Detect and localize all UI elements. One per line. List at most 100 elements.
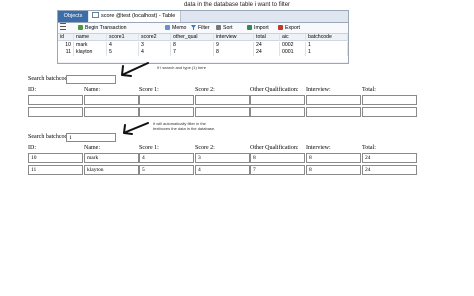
name-field[interactable]: [84, 95, 139, 105]
other-qualification-field[interactable]: [250, 95, 305, 105]
interview-field[interactable]: 8: [306, 165, 361, 175]
memo-button[interactable]: Memo: [165, 23, 186, 33]
column-header-name: Name:: [84, 87, 100, 93]
other-qualification-field[interactable]: 8: [250, 153, 305, 163]
import-label: Import: [254, 25, 269, 31]
interview-field[interactable]: 8: [306, 153, 361, 163]
column-header-interview: Interview:: [306, 87, 331, 93]
grid-cell[interactable]: 9: [214, 42, 254, 49]
grid-cell[interactable]: 3: [139, 42, 171, 49]
grid-cell[interactable]: 24: [254, 49, 280, 56]
score2-field[interactable]: 3: [195, 153, 250, 163]
table-row[interactable]: ▶ 10 mark 4 3 8 9 24 0002 1: [58, 42, 348, 49]
import-icon: [247, 25, 252, 30]
column-header-interview: Interview:: [306, 145, 331, 151]
grid-cell[interactable]: 11: [58, 49, 74, 56]
table-row[interactable]: 11 klayton 5 4 7 8 24 0001 1: [58, 49, 348, 56]
table-toolbar: Begin Transaction Memo Filter Sort Impor…: [58, 23, 348, 34]
other-qualification-field[interactable]: 7: [250, 165, 305, 175]
score1-field[interactable]: 4: [139, 153, 194, 163]
grid-cell[interactable]: 10: [58, 42, 74, 49]
menu-button[interactable]: [60, 23, 66, 33]
name-field[interactable]: [84, 107, 139, 117]
id-field[interactable]: [28, 95, 83, 105]
table-icon: [92, 12, 99, 18]
search-batchcode-input[interactable]: [66, 75, 116, 84]
grid-header-cell[interactable]: score2: [139, 34, 171, 41]
column-header-id: ID:: [28, 145, 36, 151]
memo-icon: [165, 25, 170, 30]
id-field[interactable]: 11: [28, 165, 83, 175]
memo-label: Memo: [172, 25, 187, 31]
grid-cell[interactable]: 0001: [280, 49, 306, 56]
annotation-arrow-icon: [121, 62, 149, 77]
sort-label: Sort: [223, 25, 233, 31]
column-header-id: ID:: [28, 87, 36, 93]
hamburger-icon: [60, 23, 66, 30]
grid-header-cell[interactable]: other_qual: [171, 34, 214, 41]
total-field[interactable]: [362, 95, 417, 105]
transaction-icon: [78, 25, 83, 30]
grid-cell[interactable]: 8: [214, 49, 254, 56]
filter-label: Filter: [198, 25, 210, 31]
export-button[interactable]: Export: [278, 23, 300, 33]
table-viewer-panel: Objects score @test (localhost) - Table …: [57, 10, 349, 64]
grid-header-cell[interactable]: name: [74, 34, 107, 41]
export-icon: [278, 25, 283, 30]
id-field[interactable]: [28, 107, 83, 117]
score2-field[interactable]: 4: [195, 165, 250, 175]
tab-objects[interactable]: Objects: [58, 11, 88, 22]
begin-transaction-label: Begin Transaction: [85, 25, 127, 31]
annotation-note-1: If i search and type (1) here: [157, 65, 206, 70]
grid-cell[interactable]: 1: [306, 49, 348, 56]
grid-header-cell[interactable]: score1: [107, 34, 139, 41]
column-header-other-qualification: Other Qualification:: [250, 145, 299, 151]
interview-field[interactable]: [306, 95, 361, 105]
other-qualification-field[interactable]: [250, 107, 305, 117]
column-header-total: Total:: [362, 145, 376, 151]
grid-cell[interactable]: mark: [74, 42, 107, 49]
grid-cell[interactable]: 7: [171, 49, 214, 56]
id-field[interactable]: 10: [28, 153, 83, 163]
score1-field[interactable]: [139, 95, 194, 105]
tab-bar: Objects score @test (localhost) - Table: [58, 11, 348, 23]
data-grid: id name score1 score2 other_qual intervi…: [58, 34, 348, 62]
name-field[interactable]: mark: [84, 153, 139, 163]
tab-score-table-label: score @test (localhost) - Table: [101, 13, 176, 19]
grid-cell[interactable]: 5: [107, 49, 139, 56]
page-caption: data in the database table i want to fil…: [183, 2, 291, 8]
grid-cell[interactable]: 4: [139, 49, 171, 56]
score1-field[interactable]: 5: [139, 165, 194, 175]
grid-cell[interactable]: 8: [171, 42, 214, 49]
grid-cell[interactable]: klayton: [74, 49, 107, 56]
grid-header-cell[interactable]: total: [254, 34, 280, 41]
import-button[interactable]: Import: [247, 23, 269, 33]
grid-header-row: id name score1 score2 other_qual intervi…: [58, 34, 348, 41]
column-header-score2: Score 2:: [195, 145, 215, 151]
grid-header-cell[interactable]: id: [58, 34, 74, 41]
grid-cell[interactable]: 1: [306, 42, 348, 49]
sort-button[interactable]: Sort: [216, 23, 233, 33]
score1-field[interactable]: [139, 107, 194, 117]
tab-score-table[interactable]: score @test (localhost) - Table: [89, 11, 181, 22]
grid-cell[interactable]: 4: [107, 42, 139, 49]
grid-header-cell[interactable]: interview: [214, 34, 254, 41]
annotation-note-2-line2: textboxes the data in the database.: [153, 126, 216, 131]
interview-field[interactable]: [306, 107, 361, 117]
filter-button[interactable]: Filter: [191, 23, 210, 33]
total-field[interactable]: 24: [362, 165, 417, 175]
total-field[interactable]: 24: [362, 153, 417, 163]
column-header-score2: Score 2:: [195, 87, 215, 93]
score2-field[interactable]: [195, 107, 250, 117]
score2-field[interactable]: [195, 95, 250, 105]
search-batchcode-input[interactable]: 1: [66, 133, 116, 142]
filter-icon: [191, 25, 196, 30]
grid-cell[interactable]: 0002: [280, 42, 306, 49]
name-field[interactable]: klayton: [84, 165, 139, 175]
grid-header-cell[interactable]: aic: [280, 34, 306, 41]
grid-header-cell[interactable]: batchcode: [306, 34, 348, 41]
annotation-arrow-icon: [123, 122, 149, 135]
begin-transaction-button[interactable]: Begin Transaction: [78, 23, 127, 33]
grid-cell[interactable]: 24: [254, 42, 280, 49]
total-field[interactable]: [362, 107, 417, 117]
